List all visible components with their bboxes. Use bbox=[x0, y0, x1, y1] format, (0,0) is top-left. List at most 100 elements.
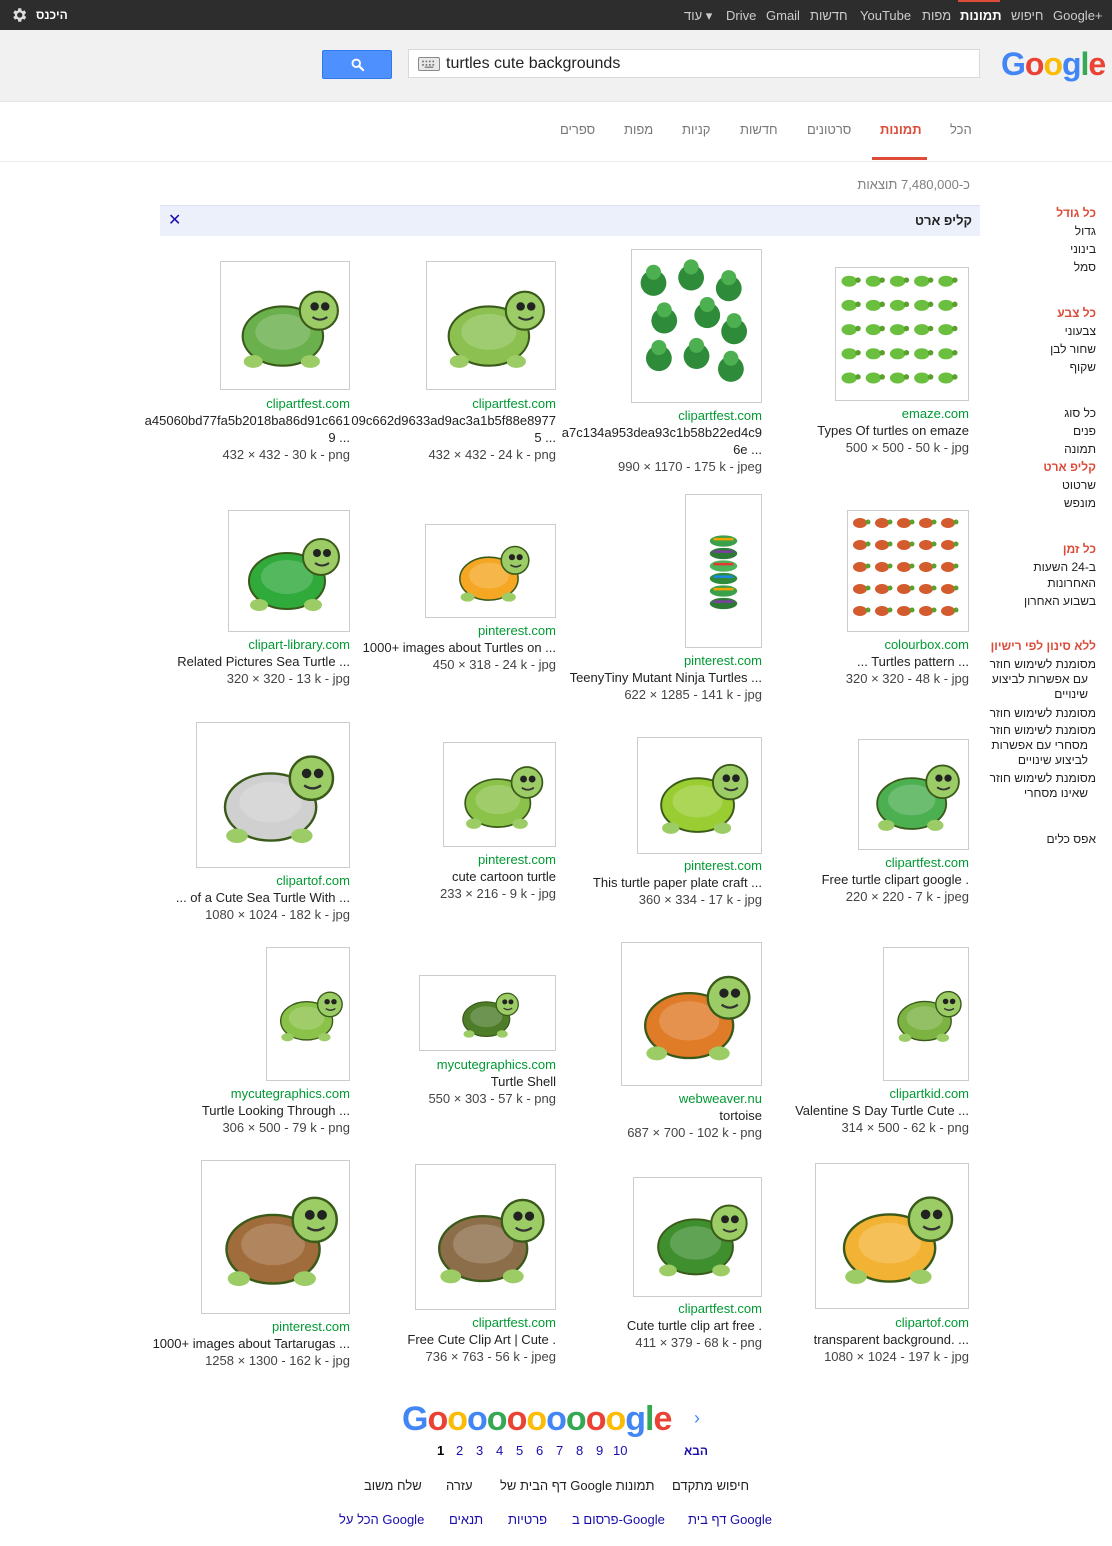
topbar-youtube[interactable]: YouTube bbox=[860, 8, 911, 23]
result-source-link[interactable]: clipartof.com bbox=[276, 873, 350, 888]
footer-images-home[interactable]: דף הבית של Google תמונות bbox=[500, 1478, 655, 1493]
chevron-right-icon[interactable]: › bbox=[694, 1408, 700, 1429]
filter-type-clipart[interactable]: קליפ ארט bbox=[1043, 458, 1096, 476]
topbar-more[interactable]: עוד ▾ bbox=[684, 8, 712, 24]
result-thumbnail[interactable] bbox=[266, 947, 350, 1081]
result-thumbnail[interactable] bbox=[426, 261, 556, 390]
topbar-gplus[interactable]: Google+ bbox=[1053, 8, 1103, 23]
result-source-link[interactable]: clipartfest.com bbox=[472, 1315, 556, 1330]
filter-type-photo[interactable]: תמונה bbox=[1064, 440, 1096, 458]
result-source-link[interactable]: clipartfest.com bbox=[678, 408, 762, 423]
result-thumbnail[interactable] bbox=[415, 1164, 556, 1310]
footer-google-home[interactable]: דף בית Google bbox=[688, 1512, 772, 1527]
result-source-link[interactable]: emaze.com bbox=[902, 406, 969, 421]
result-thumbnail[interactable] bbox=[883, 947, 969, 1081]
result-source-link[interactable]: clipartkid.com bbox=[890, 1086, 969, 1101]
topbar-drive[interactable]: Drive bbox=[726, 8, 756, 23]
result-thumbnail[interactable] bbox=[443, 742, 556, 847]
result-thumbnail[interactable] bbox=[631, 249, 762, 403]
filter-color-transparent[interactable]: שקוף bbox=[1070, 358, 1096, 376]
result-thumbnail[interactable] bbox=[815, 1163, 969, 1309]
filter-size-medium[interactable]: בינוני bbox=[1070, 240, 1096, 258]
search-button[interactable] bbox=[322, 50, 392, 79]
result-source-link[interactable]: mycutegraphics.com bbox=[437, 1057, 556, 1072]
filter-size-any[interactable]: כל גודל bbox=[1056, 204, 1096, 222]
search-input[interactable] bbox=[446, 54, 966, 74]
result-source-link[interactable]: clipartof.com bbox=[895, 1315, 969, 1330]
filter-time-week[interactable]: בשבוע האחרון bbox=[1024, 592, 1096, 610]
result-thumbnail[interactable] bbox=[228, 510, 350, 632]
footer-advanced-search[interactable]: חיפוש מתקדם bbox=[672, 1478, 749, 1493]
topbar-gmail[interactable]: Gmail bbox=[766, 8, 800, 23]
result-thumbnail[interactable] bbox=[685, 494, 762, 648]
topbar-news[interactable]: חדשות bbox=[810, 8, 848, 23]
close-icon[interactable]: ✕ bbox=[168, 210, 181, 230]
filter-size-large[interactable]: גדול bbox=[1075, 222, 1096, 240]
result-source-link[interactable]: pinterest.com bbox=[478, 623, 556, 638]
result-source-link[interactable]: clipartfest.com bbox=[885, 855, 969, 870]
filter-license-any[interactable]: ללא סינון לפי רישיון bbox=[991, 637, 1096, 655]
filter-color-full[interactable]: צבעוני bbox=[1065, 322, 1096, 340]
result-source-link[interactable]: pinterest.com bbox=[272, 1319, 350, 1334]
result-source-link[interactable]: clipart-library.com bbox=[248, 637, 350, 652]
tab-images[interactable]: תמונות bbox=[880, 122, 922, 137]
result-source-link[interactable]: colourbox.com bbox=[884, 637, 969, 652]
footer-privacy[interactable]: פרטיות bbox=[508, 1512, 547, 1527]
filter-type-animated[interactable]: מונפש bbox=[1064, 494, 1096, 512]
result-source-link[interactable]: clipartfest.com bbox=[266, 396, 350, 411]
result-source-link[interactable]: clipartfest.com bbox=[678, 1301, 762, 1316]
google-logo[interactable]: Google bbox=[1001, 46, 1106, 83]
next-page-link[interactable]: הבא bbox=[684, 1444, 708, 1458]
result-source-link[interactable]: pinterest.com bbox=[684, 858, 762, 873]
tab-videos[interactable]: סרטונים bbox=[807, 122, 851, 137]
gear-icon[interactable] bbox=[10, 6, 28, 24]
result-thumbnail[interactable] bbox=[633, 1177, 762, 1297]
signin-link[interactable]: היכנס bbox=[36, 8, 68, 22]
result-thumbnail[interactable] bbox=[835, 267, 969, 401]
filter-license-commercial-modify-line3[interactable]: לביצוע שינויים bbox=[1018, 751, 1088, 769]
page-2[interactable]: 2 bbox=[456, 1443, 463, 1458]
filter-color-bw[interactable]: שחור לבן bbox=[1050, 340, 1096, 358]
result-thumbnail[interactable] bbox=[847, 510, 969, 632]
filter-license-noncommercial-line2[interactable]: שאינו מסחרי bbox=[1024, 784, 1088, 802]
result-thumbnail[interactable] bbox=[196, 722, 350, 868]
footer-advertising[interactable]: פרסום ב-Google bbox=[572, 1512, 665, 1527]
page-4[interactable]: 4 bbox=[496, 1443, 503, 1458]
footer-feedback[interactable]: שלח משוב bbox=[364, 1478, 422, 1493]
result-source-link[interactable]: webweaver.nu bbox=[679, 1091, 762, 1106]
filter-license-reuse[interactable]: מסומנת לשימוש חוזר bbox=[990, 704, 1096, 722]
page-6[interactable]: 6 bbox=[536, 1443, 543, 1458]
filter-time-any[interactable]: כל זמן bbox=[1063, 540, 1096, 558]
keyboard-icon[interactable] bbox=[418, 57, 440, 71]
filter-color-any[interactable]: כל צבע bbox=[1057, 304, 1096, 322]
filter-size-icon[interactable]: סמל bbox=[1074, 258, 1096, 276]
filter-type-any[interactable]: כל סוג bbox=[1064, 404, 1096, 422]
topbar-search[interactable]: חיפוש bbox=[1011, 8, 1043, 23]
page-7[interactable]: 7 bbox=[556, 1443, 563, 1458]
tab-books[interactable]: ספרים bbox=[560, 122, 595, 137]
tab-news[interactable]: חדשות bbox=[740, 122, 778, 137]
result-thumbnail[interactable] bbox=[419, 975, 556, 1051]
result-thumbnail[interactable] bbox=[425, 524, 556, 618]
page-9[interactable]: 9 bbox=[596, 1443, 603, 1458]
result-source-link[interactable]: mycutegraphics.com bbox=[231, 1086, 350, 1101]
page-10[interactable]: 10 bbox=[613, 1443, 627, 1458]
result-thumbnail[interactable] bbox=[621, 942, 762, 1086]
topbar-images[interactable]: תמונות bbox=[960, 8, 1002, 23]
result-thumbnail[interactable] bbox=[220, 261, 350, 390]
tab-all[interactable]: הכל bbox=[950, 122, 972, 137]
result-thumbnail[interactable] bbox=[637, 737, 762, 854]
tab-shopping[interactable]: קניות bbox=[682, 122, 710, 137]
result-source-link[interactable]: pinterest.com bbox=[478, 852, 556, 867]
filter-type-face[interactable]: פנים bbox=[1073, 422, 1096, 440]
footer-help[interactable]: עזרה bbox=[446, 1478, 473, 1493]
result-source-link[interactable]: clipartfest.com bbox=[472, 396, 556, 411]
result-source-link[interactable]: pinterest.com bbox=[684, 653, 762, 668]
page-5[interactable]: 5 bbox=[516, 1443, 523, 1458]
page-3[interactable]: 3 bbox=[476, 1443, 483, 1458]
page-8[interactable]: 8 bbox=[576, 1443, 583, 1458]
footer-terms[interactable]: תנאים bbox=[449, 1512, 483, 1527]
filter-type-lineart[interactable]: שרטוט bbox=[1062, 476, 1096, 494]
tab-maps[interactable]: מפות bbox=[624, 122, 653, 137]
filter-license-reuse-modify-line3[interactable]: שינויים bbox=[1054, 685, 1088, 703]
